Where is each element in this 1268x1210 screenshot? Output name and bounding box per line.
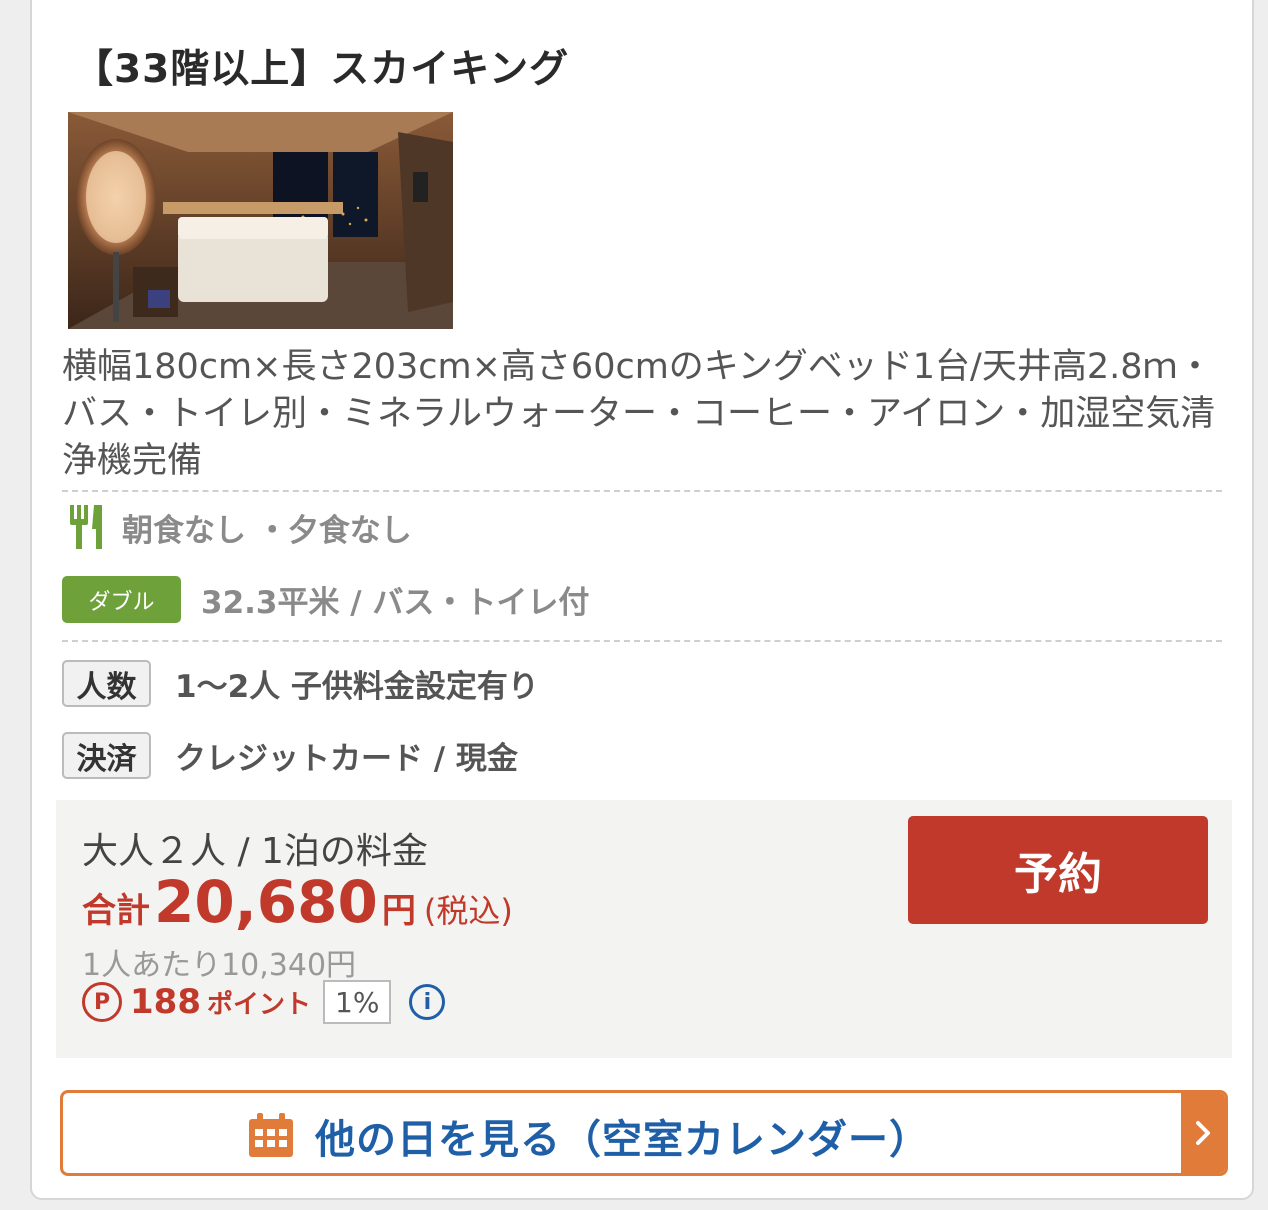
- room-type-badge: ダブル: [62, 576, 181, 623]
- info-icon[interactable]: i: [409, 984, 446, 1020]
- per-person-price: 1人あたり10,340円: [82, 948, 357, 983]
- people-tag: 人数: [62, 660, 151, 707]
- tax-note: (税込): [423, 892, 513, 930]
- divider: [62, 490, 1222, 492]
- chevron-right-icon: [1181, 1093, 1225, 1173]
- room-title: 【33階以上】スカイキング: [74, 47, 570, 92]
- plan-card: 【33階以上】スカイキング 横幅180cm×長さ203cm×高さ60cmのキング…: [30, 0, 1254, 1200]
- points-rate: 1%: [323, 980, 392, 1024]
- room-description: 横幅180cm×長さ203cm×高さ60cmのキングベッド1台/天井高2.8ｍ・…: [62, 347, 1216, 481]
- total-yen: 円: [381, 891, 416, 931]
- points-icon: P: [82, 982, 122, 1022]
- meal-row: 朝食なし ・夕食なし: [68, 502, 412, 552]
- points-row: P 188 ポイント 1% i: [82, 980, 446, 1024]
- points-value: 188: [130, 982, 201, 1022]
- reserve-button[interactable]: 予約: [908, 816, 1208, 924]
- room-type-row: ダブル 32.3平米 / バス・トイレ付: [62, 576, 589, 623]
- people-row: 人数 1～2人 子供料金設定有り: [62, 660, 539, 707]
- total-label: 合計: [82, 891, 150, 931]
- calendar-icon: [249, 1113, 293, 1157]
- room-photo[interactable]: [68, 112, 453, 329]
- price-label: 大人２人 / 1泊の料金: [82, 831, 428, 872]
- room-size-text: 32.3平米 / バス・トイレ付: [201, 585, 590, 621]
- utensils-icon: [70, 505, 102, 549]
- payment-text: クレジットカード / 現金: [175, 741, 518, 777]
- people-text: 1～2人 子供料金設定有り: [175, 669, 539, 705]
- divider: [62, 640, 1222, 642]
- payment-tag: 決済: [62, 732, 151, 779]
- points-unit: ポイント: [206, 989, 311, 1020]
- calendar-button[interactable]: 他の日を見る（空室カレンダー）: [60, 1090, 1228, 1176]
- total-price: 合計 20,680 円 (税込): [82, 868, 513, 936]
- calendar-button-label: 他の日を見る（空室カレンダー）: [315, 1117, 930, 1163]
- meal-text: 朝食なし ・夕食なし: [122, 512, 412, 549]
- price-box: 大人２人 / 1泊の料金 合計 20,680 円 (税込) 1人あたり10,34…: [56, 800, 1232, 1058]
- payment-row: 決済 クレジットカード / 現金: [62, 732, 518, 779]
- total-amount: 20,680: [154, 868, 378, 936]
